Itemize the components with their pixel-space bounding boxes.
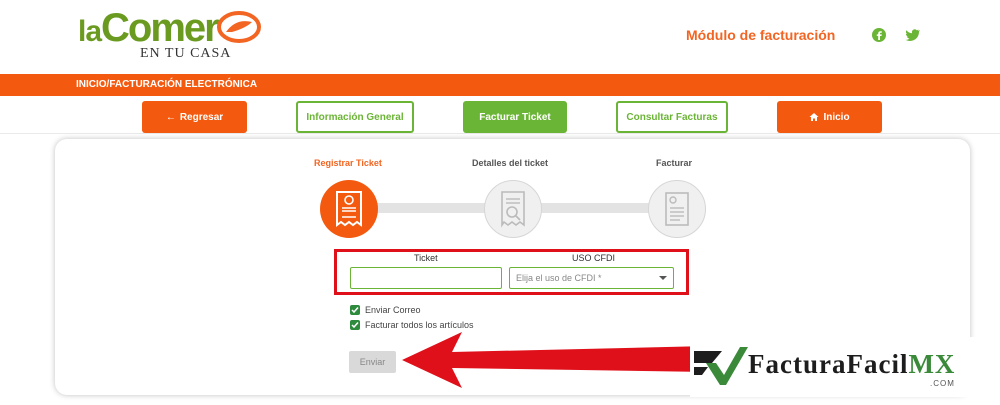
enviar-correo-option[interactable]: Enviar Correo [350,305,421,315]
submit-button[interactable]: Enviar [349,351,396,373]
module-title: Módulo de facturación [686,27,836,43]
watermark-domain: .COM [930,379,955,388]
header: laComer EN TU CASA Módulo de facturación [0,0,1000,74]
step-facturar [648,180,706,238]
tab-consultar-facturas-label: Consultar Facturas [626,111,718,123]
step-label-detalles: Detalles del ticket [472,158,549,168]
tab-facturar-ticket-label: Facturar Ticket [479,111,551,123]
home-button[interactable]: Inicio [777,101,882,133]
step-registrar [320,180,378,238]
facturar-todos-option[interactable]: Facturar todos los artículos [350,320,474,330]
step-detalles [484,180,542,238]
receipt-search-icon [501,191,525,228]
tab-info-general[interactable]: Información General [296,101,414,133]
check-icon [351,307,359,314]
ticket-input[interactable] [350,267,502,289]
enviar-correo-label: Enviar Correo [365,305,421,315]
logo-badge-icon [217,11,261,43]
checkbox-enviar-correo[interactable] [350,305,360,315]
watermark-text: FacturaFacilMX [748,349,956,379]
red-arrow-annotation [402,332,708,388]
cfdi-select-placeholder: Elija el uso de CFDI * [516,273,602,283]
facturafacil-logo-icon [694,347,748,385]
tab-facturar-ticket[interactable]: Facturar Ticket [463,101,567,133]
breadcrumb[interactable]: INICIO/FACTURACIÓN ELECTRÓNICA [76,79,257,90]
cfdi-select[interactable]: Elija el uso de CFDI * [509,267,674,289]
ticket-label: Ticket [414,253,438,263]
step-label-registrar: Registrar Ticket [314,158,382,168]
twitter-icon[interactable] [904,27,920,43]
facturar-todos-label: Facturar todos los artículos [365,320,474,330]
invoice-icon [665,192,689,226]
cfdi-label: USO CFDI [572,253,616,263]
lacomer-logo[interactable]: laComer EN TU CASA [78,6,278,66]
receipt-icon [336,191,362,227]
logo-subtitle: EN TU CASA [140,46,232,61]
home-button-label: Inicio [823,111,850,123]
checkbox-facturar-todos[interactable] [350,320,360,330]
tab-info-general-label: Información General [306,111,404,123]
caret-down-icon [659,276,667,280]
arrow-left-icon: ← [165,111,176,123]
home-icon [809,113,819,121]
divider [0,133,1000,134]
facturafacil-watermark: FacturaFacilMX .COM [690,337,990,397]
facebook-icon[interactable] [871,27,887,43]
check-icon [351,322,359,329]
back-button[interactable]: ← Regresar [142,101,247,133]
back-button-label: Regresar [179,111,224,123]
tab-consultar-facturas[interactable]: Consultar Facturas [616,101,728,133]
step-label-facturar: Facturar [656,158,693,168]
breadcrumb-bar: INICIO/FACTURACIÓN ELECTRÓNICA [0,74,1000,96]
